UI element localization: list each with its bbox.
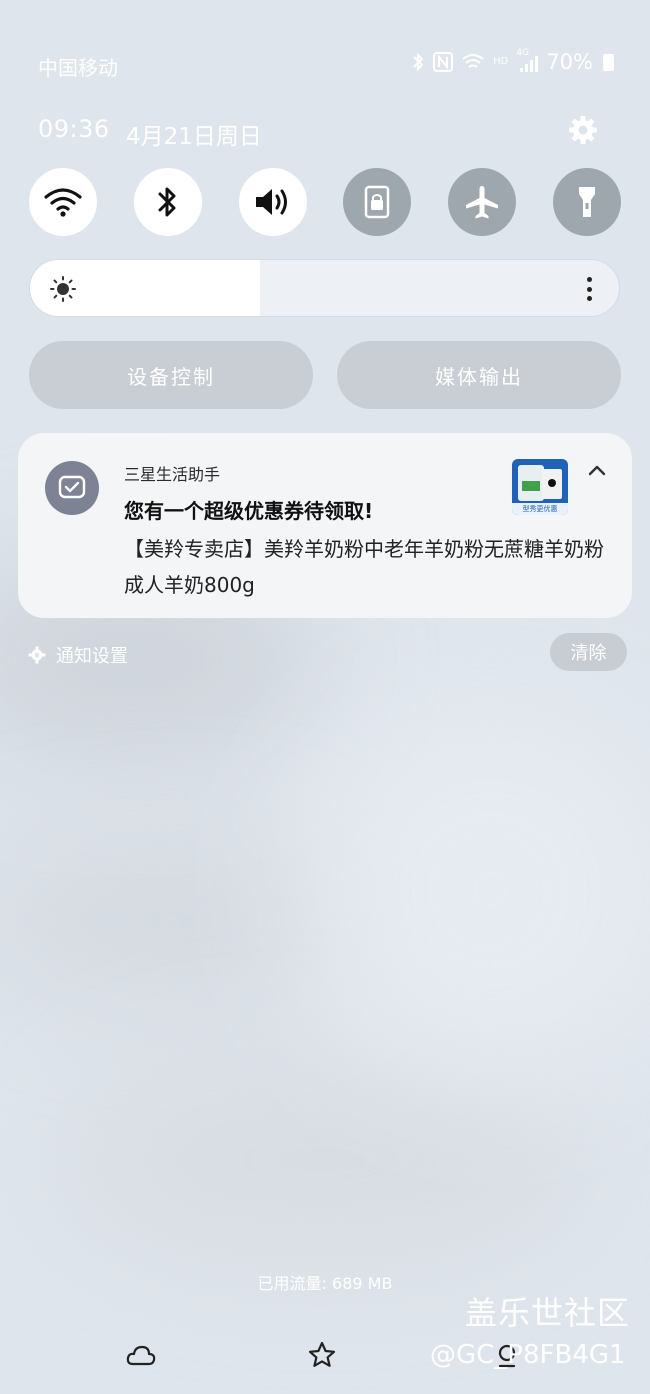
bluetooth-icon (158, 187, 176, 217)
quick-settings-row (29, 168, 621, 236)
assistant-icon (58, 475, 86, 499)
thumbnail-caption: 型秀更优惠 (512, 503, 568, 515)
clear-button[interactable]: 清除 (550, 633, 627, 671)
settings-gear-icon[interactable] (563, 110, 603, 150)
brightness-slider[interactable] (29, 259, 620, 317)
app-icon (45, 461, 99, 515)
watermark-user-id: @GC_P8FB4G1 (430, 1340, 626, 1370)
notification-card[interactable]: 三星生活助手 您有一个超级优惠券待领取! 【美羚专卖店】美羚羊奶粉中老年羊奶粉无… (18, 433, 632, 618)
watermark-community: 盖乐世社区 (465, 1294, 631, 1332)
hd-icon: HD (493, 56, 509, 67)
signal-icon: 4G (516, 48, 539, 72)
carrier-label: 中国移动 (38, 56, 118, 80)
airplane-icon (466, 186, 498, 219)
nfc-icon (433, 52, 454, 72)
bluetooth-status-icon (413, 52, 424, 72)
cloud-icon[interactable] (125, 1342, 157, 1370)
lock-rotation-icon (364, 185, 390, 219)
date: 4月21日周日 (126, 124, 262, 150)
clock: 09:36 (38, 115, 110, 143)
notification-title: 您有一个超级优惠券待领取! (124, 499, 374, 523)
notification-settings-link[interactable]: 通知设置 (28, 642, 128, 668)
volume-icon (256, 189, 287, 215)
star-icon[interactable] (307, 1340, 337, 1370)
product-thumbnail: 型秀更优惠 (512, 459, 568, 515)
wifi-status-icon (462, 54, 484, 68)
status-icons: HD 4G 70% (411, 48, 614, 74)
battery-percent: 70% (546, 50, 593, 74)
sound-toggle[interactable] (239, 168, 307, 236)
notification-settings-label: 通知设置 (56, 646, 128, 667)
flashlight-toggle[interactable] (553, 168, 621, 236)
bluetooth-toggle[interactable] (134, 168, 202, 236)
notification-panel: 中国移动 HD 4G 70% 09:36 4月21日周日 设备控制 媒体输出 三… (0, 0, 650, 1394)
media-output-button[interactable]: 媒体输出 (337, 341, 621, 409)
chevron-up-icon[interactable] (584, 457, 610, 483)
more-options-icon[interactable] (579, 273, 599, 305)
notification-body: 【美羚专卖店】美羚羊奶粉中老年羊奶粉无蔗糖羊奶粉成人羊奶800g (124, 537, 604, 597)
flashlight-icon (579, 187, 595, 217)
airplane-mode-toggle[interactable] (448, 168, 516, 236)
device-control-button[interactable]: 设备控制 (29, 341, 313, 409)
wifi-toggle[interactable] (29, 168, 97, 236)
wifi-icon (44, 188, 82, 217)
rotation-lock-toggle[interactable] (343, 168, 411, 236)
settings-small-icon (28, 646, 46, 664)
brightness-sun-icon (50, 276, 76, 302)
notification-app-name: 三星生活助手 (124, 465, 221, 484)
battery-icon (603, 53, 614, 71)
status-bar: 中国移动 HD 4G 70% (0, 0, 650, 120)
